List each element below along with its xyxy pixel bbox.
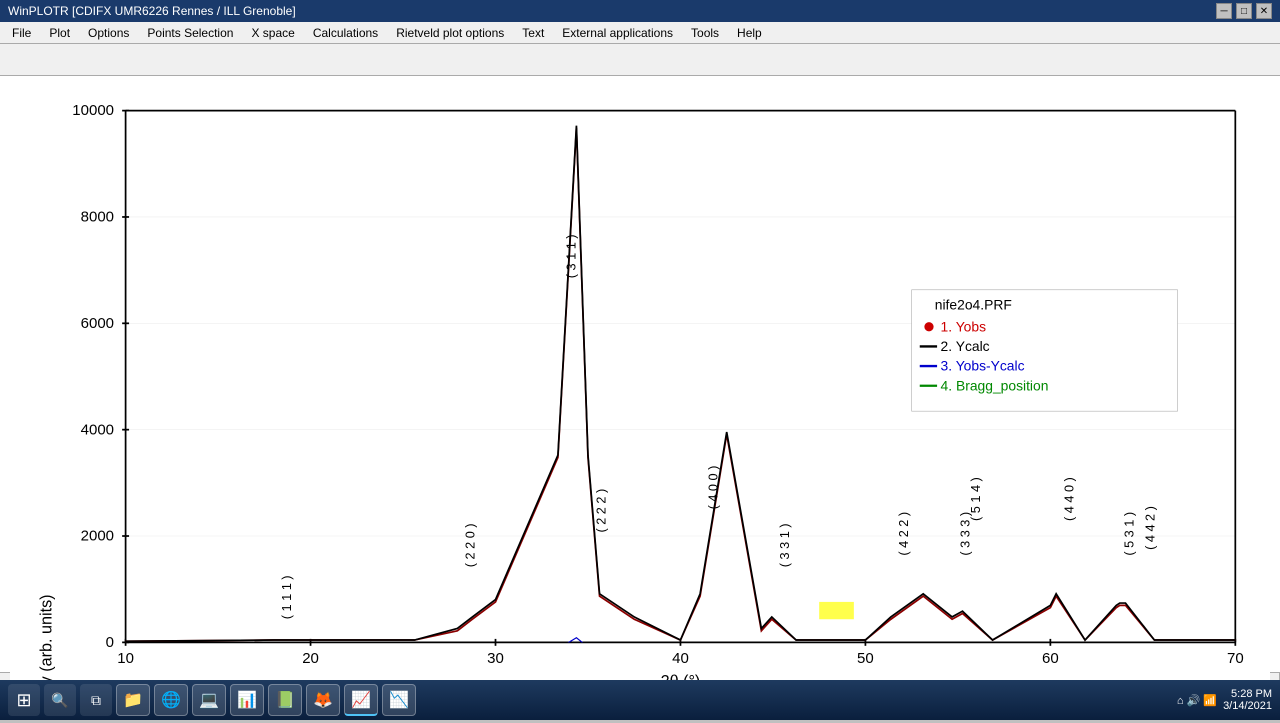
file-explorer-icon: 📁 [123, 690, 143, 710]
tray-icons: ⌂ 🔊 📶 [1177, 694, 1217, 707]
menu-item-calculations[interactable]: Calculations [305, 24, 386, 42]
svg-text:1. Yobs: 1. Yobs [941, 318, 987, 334]
svg-text:( 5 1 4 ): ( 5 1 4 ) [968, 477, 983, 521]
svg-text:nife2o4.PRF: nife2o4.PRF [935, 296, 1012, 312]
svg-text:30: 30 [487, 650, 504, 667]
toolbar [0, 44, 1280, 76]
menu-item-x-space[interactable]: X space [243, 24, 302, 42]
maximize-button[interactable]: □ [1236, 3, 1252, 19]
svg-text:( 5 3 1 ): ( 5 3 1 ) [1122, 512, 1137, 556]
svg-text:2. Ycalc: 2. Ycalc [941, 338, 990, 354]
menu-bar: FilePlotOptionsPoints SelectionX spaceCa… [0, 22, 1280, 44]
firefox-app[interactable]: 🦊 [306, 684, 340, 716]
svg-text:( 4 4 2 ): ( 4 4 2 ) [1142, 506, 1157, 550]
menu-item-help[interactable]: Help [729, 24, 770, 42]
svg-text:4. Bragg_position: 4. Bragg_position [941, 377, 1049, 393]
svg-text:0: 0 [106, 634, 114, 651]
svg-text:6000: 6000 [81, 315, 114, 332]
svg-text:20: 20 [302, 650, 319, 667]
svg-text:( 4 0 0 ): ( 4 0 0 ) [705, 466, 720, 510]
winplotr-app1[interactable]: 📈 [344, 684, 378, 716]
svg-text:( 4 2 2 ): ( 4 2 2 ) [896, 512, 911, 556]
svg-text:3. Yobs-Ycalc: 3. Yobs-Ycalc [941, 358, 1025, 374]
system-tray: ⌂ 🔊 📶 [1177, 694, 1217, 707]
search-button[interactable]: 🔍 [44, 684, 76, 716]
title-bar: WinPLOTR [CDIFX UMR6226 Rennes / ILL Gre… [0, 0, 1280, 22]
svg-text:4000: 4000 [81, 421, 114, 438]
svg-text:40: 40 [672, 650, 689, 667]
terminal-icon: 💻 [199, 690, 219, 710]
menu-item-text[interactable]: Text [514, 24, 552, 42]
edge-app[interactable]: 🌐 [154, 684, 188, 716]
svg-text:70: 70 [1227, 650, 1244, 667]
excel-icon: 📗 [275, 690, 295, 710]
menu-item-tools[interactable]: Tools [683, 24, 727, 42]
svg-text:8000: 8000 [81, 209, 114, 226]
svg-text:10: 10 [117, 650, 134, 667]
svg-text:50: 50 [857, 650, 874, 667]
menu-item-points-selection[interactable]: Points Selection [139, 24, 241, 42]
edge-icon: 🌐 [161, 690, 181, 710]
powerpoint-icon: 📊 [237, 690, 257, 710]
clock-date: 3/14/2021 [1223, 700, 1272, 712]
svg-text:60: 60 [1042, 650, 1059, 667]
terminal-app[interactable]: 💻 [192, 684, 226, 716]
minimize-button[interactable]: ─ [1216, 3, 1232, 19]
taskbar: ⊞ 🔍 ⧉ 📁 🌐 💻 📊 📗 🦊 📈 📉 ⌂ 🔊 📶 [0, 680, 1280, 720]
svg-text:( 1 1 1 ): ( 1 1 1 ) [279, 575, 294, 619]
window-title: WinPLOTR [CDIFX UMR6226 Rennes / ILL Gre… [8, 4, 296, 18]
menu-item-options[interactable]: Options [80, 24, 137, 42]
svg-text:2000: 2000 [81, 528, 114, 545]
main-content: 0 2000 4000 6000 8000 10000 10 20 [0, 76, 1280, 672]
start-button[interactable]: ⊞ [8, 684, 40, 716]
clock: 5:28 PM 3/14/2021 [1223, 688, 1272, 712]
plot-container: 0 2000 4000 6000 8000 10000 10 20 [0, 76, 1280, 723]
app2[interactable]: 📉 [382, 684, 416, 716]
menu-item-external-applications[interactable]: External applications [554, 24, 681, 42]
menu-item-plot[interactable]: Plot [41, 24, 78, 42]
plot-svg: 0 2000 4000 6000 8000 10000 10 20 [10, 86, 1270, 713]
clock-time: 5:28 PM [1223, 688, 1272, 700]
file-explorer-app[interactable]: 📁 [116, 684, 150, 716]
excel-app[interactable]: 📗 [268, 684, 302, 716]
taskbar-right: ⌂ 🔊 📶 5:28 PM 3/14/2021 [1177, 688, 1272, 712]
menu-item-file[interactable]: File [4, 24, 39, 42]
title-bar-controls: ─ □ ✕ [1216, 3, 1272, 19]
close-button[interactable]: ✕ [1256, 3, 1272, 19]
app2-icon: 📉 [389, 690, 409, 710]
svg-text:( 3 3 1 ): ( 3 3 1 ) [777, 523, 792, 567]
firefox-icon: 🦊 [313, 690, 333, 710]
svg-text:( 2 2 2 ): ( 2 2 2 ) [593, 489, 608, 533]
svg-text:( 4 4 0 ): ( 4 4 0 ) [1061, 477, 1076, 521]
menu-item-rietveld-plot-options[interactable]: Rietveld plot options [388, 24, 512, 42]
svg-text:10000: 10000 [72, 102, 114, 119]
powerpoint-app[interactable]: 📊 [230, 684, 264, 716]
taskbar-left: ⊞ 🔍 ⧉ 📁 🌐 💻 📊 📗 🦊 📈 📉 [8, 684, 416, 716]
task-view-button[interactable]: ⧉ [80, 684, 112, 716]
svg-text:( 3 1 1 ): ( 3 1 1 ) [563, 234, 578, 278]
svg-text:( 2 2 0 ): ( 2 2 0 ) [463, 523, 478, 567]
winplotr-icon: 📈 [351, 690, 371, 710]
